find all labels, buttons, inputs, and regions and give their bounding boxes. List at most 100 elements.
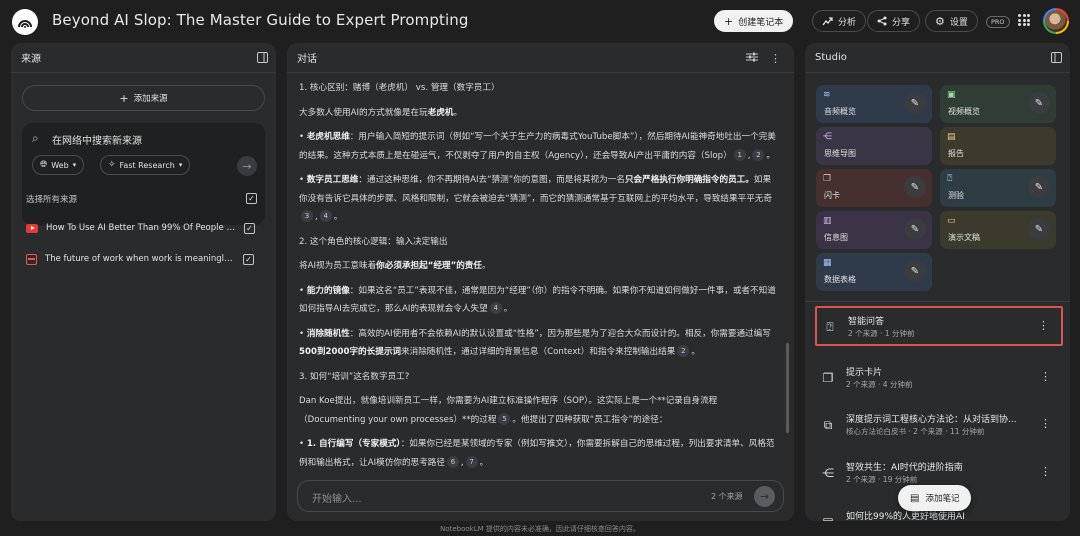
research-chip-label: Fast Research [119,160,175,170]
chat-heading: 2. 这个角色的核心逻辑：输入决定输出 [299,236,448,247]
trend-icon [822,16,833,25]
citation-chip[interactable]: 4 [319,210,332,222]
collapse-panel-icon[interactable] [257,52,268,66]
chat-paragraph: 将AI视为员工意味着你必须承担起“经理”的责任。 [299,261,491,271]
share-button[interactable]: 分享 [867,10,921,32]
citation-chip[interactable]: 5 [498,412,511,425]
source-count: 2 个来源 [711,492,743,501]
citation-chip[interactable]: 7 [465,455,478,468]
tile-quiz[interactable]: ⍰ 测验 ✎ [940,169,1056,207]
citation-chip[interactable]: 2 [677,345,690,357]
citation-chip[interactable]: 2 [752,148,765,161]
more-vert-icon[interactable]: ⋮ [1040,417,1051,430]
source-checkbox[interactable]: ✓ [244,222,255,234]
research-mode-select[interactable]: ✧ Fast Research ▾ [100,155,191,175]
notebook-title[interactable]: Beyond AI Slop: The Master Guide to Expe… [52,11,468,29]
data-table-icon: ▦ [823,258,832,268]
note-item[interactable]: ❐ 提示卡片 2 个来源 · 4 分钟前 ⋮ [815,359,1063,399]
note-item[interactable]: ⧉ 深度提示词工程核心方法论：从对话到协... 核心方法论白皮书 · 2 个来源… [815,406,1063,446]
avatar[interactable] [1043,8,1069,34]
chat-scrollbar[interactable] [786,343,789,433]
tile-video-overview[interactable]: ▣ 视频概览 ✎ [940,85,1056,123]
report-icon: ▤ [947,132,956,142]
more-vert-icon[interactable]: ⋮ [1038,319,1049,332]
tile-data-table[interactable]: ▦ 数据表格 ✎ [816,253,932,291]
share-label: 分享 [892,17,911,28]
tune-icon[interactable] [746,52,758,65]
edit-icon[interactable]: ✎ [904,92,926,114]
edit-icon[interactable]: ✎ [1028,176,1050,198]
disclaimer-footer: NotebookLM 提供的内容未必准确，因此请仔细核查回答内容。 [440,525,640,533]
slide-deck-icon: ▭ [947,216,956,226]
citation-chip[interactable]: 6 [446,455,459,468]
note-meta: 2 个来源 · 4 分钟前 [846,380,913,389]
note-meta: 2 个来源 · 1 分钟前 [848,329,915,338]
add-note-button[interactable]: ▤ 添加笔记 [898,485,972,511]
tile-slide-deck[interactable]: ▭ 演示文稿 ✎ [940,211,1056,249]
video-overview-icon: ▣ [947,90,956,100]
tile-flashcards[interactable]: ❐ 闪卡 ✎ [816,169,932,207]
globe-icon: 🌐︎ [40,160,48,170]
studio-title: Studio [815,52,847,63]
youtube-icon [26,223,38,233]
create-notebook-label: 创建笔记本 [738,17,784,28]
edit-icon[interactable]: ✎ [904,260,926,282]
studio-header: Studio [805,43,1070,73]
sources-header: 来源 [11,43,276,73]
tile-label: 数据表格 [824,275,856,284]
citation-chip[interactable]: 4 [489,302,502,314]
qa-note-icon: ⍰ [826,319,834,334]
notebooklm-logo-icon[interactable] [12,9,38,35]
tile-report[interactable]: ▤ 报告 [940,127,1056,165]
note-meta: 2 个来源 · 19 分钟前 [846,475,918,484]
citation-chip[interactable]: 3 [301,210,313,222]
select-all-label: 选择所有来源 [26,195,78,205]
note-meta: 核心方法论白皮书 · 2 个来源 · 11 分钟前 [846,427,985,436]
mind-map-icon: ⋲ [823,132,832,142]
share-icon [877,16,887,26]
source-item[interactable]: How To Use AI Better Than 99% Of People … [26,219,264,237]
chat-header: 对话 ⋮ [287,43,794,73]
divider [805,301,1070,302]
add-note-label: 添加笔记 [925,494,960,504]
tile-label: 演示文稿 [948,233,980,242]
apps-grid-icon[interactable] [1018,14,1030,26]
tile-infographic[interactable]: ▥ 信息图 ✎ [816,211,932,249]
note-title: 深度提示词工程核心方法论：从对话到协... [846,415,1017,425]
source-item-label: How To Use AI Better Than 99% Of People … [46,223,236,233]
add-source-button[interactable]: + 添加来源 [22,85,265,111]
create-notebook-button[interactable]: + 创建笔记本 [714,10,794,32]
chat-title: 对话 [297,54,317,65]
citation-chip[interactable]: 1 [733,148,746,161]
audio-overview-icon: ≋ [823,90,831,100]
web-source-select[interactable]: 🌐︎ Web ▾ [32,155,85,175]
tile-label: 测验 [948,191,964,200]
more-vert-icon[interactable]: ⋮ [1040,370,1051,383]
source-checkbox[interactable]: ✓ [243,253,254,265]
search-input[interactable]: 在网络中搜索新来源 [52,132,142,147]
tile-label: 音频概览 [824,107,856,116]
more-vert-icon[interactable]: ⋮ [770,52,781,65]
edit-icon[interactable]: ✎ [904,218,926,240]
sources-title: 来源 [21,54,41,65]
edit-icon[interactable]: ✎ [1028,92,1050,114]
settings-button[interactable]: ⚙ 设置 [925,10,978,32]
chat-paragraph: 大多数人使用AI的方式就像是在玩老虎机。 [299,107,463,118]
select-all-checkbox[interactable]: ✓ [246,193,257,204]
tile-mind-map[interactable]: ⋲ 思维导图 [816,127,932,165]
source-item[interactable]: The future of work when work is meaningl… [26,250,264,268]
note-item-selected[interactable]: ⍰ 智能问答 2 个来源 · 1 分钟前 ⋮ [815,306,1063,346]
send-button[interactable]: → [754,486,775,507]
analytics-label: 分析 [838,17,857,28]
tile-audio-overview[interactable]: ≋ 音频概览 ✎ [816,85,932,123]
studio-panel: Studio ≋ 音频概览 ✎ ▣ 视频概览 ✎ ⋲ 思维导图 ▤ 报告 ❐ 闪… [805,43,1070,521]
sparkle-search-icon: ✧ [108,160,116,170]
chat-input[interactable]: 开始输入... [312,490,362,505]
edit-icon[interactable]: ✎ [904,176,926,198]
search-submit-button[interactable]: → [237,156,257,176]
analytics-button[interactable]: 分析 [812,10,867,32]
tile-label: 思维导图 [824,149,856,158]
collapse-panel-icon[interactable] [1051,52,1062,66]
more-vert-icon[interactable]: ⋮ [1040,465,1051,478]
edit-icon[interactable]: ✎ [1028,218,1050,240]
